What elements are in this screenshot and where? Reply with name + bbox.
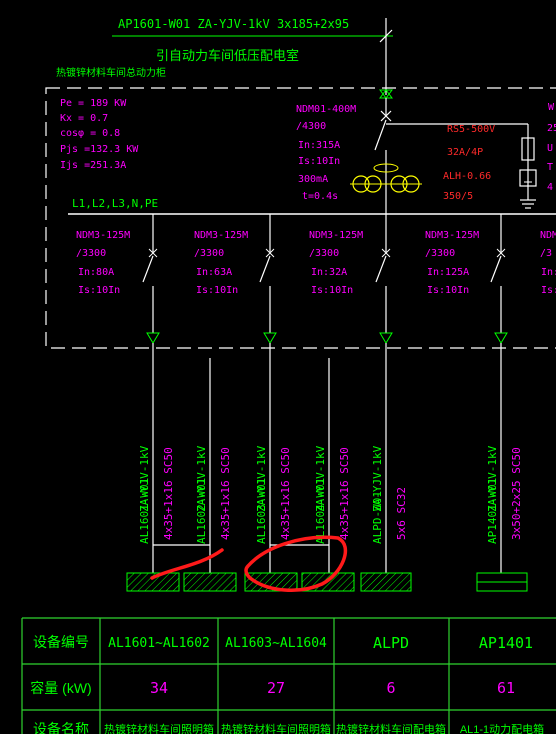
fb5-is: Is:1 bbox=[541, 285, 556, 296]
main-breaker-is: Is:10In bbox=[298, 156, 340, 167]
fb3-frame: /3300 bbox=[309, 248, 339, 259]
main-breaker-leak: 300mA bbox=[298, 174, 328, 185]
col4-id: AP1401 bbox=[479, 634, 533, 652]
col2-id: AL1603~AL1604 bbox=[225, 636, 327, 651]
col2-capacity: 27 bbox=[267, 679, 285, 697]
param-pe: Pe = 189 KW bbox=[60, 98, 127, 109]
cable4-spec: 4x35+1x16 SC50 bbox=[338, 447, 351, 540]
col1-capacity: 34 bbox=[150, 679, 168, 697]
fb2-model: NDM3-125M bbox=[194, 230, 248, 241]
row-label-capacity: 容量 (kW) bbox=[30, 680, 91, 696]
box-al1602 bbox=[183, 572, 237, 592]
fb1-model: NDM3-125M bbox=[76, 230, 130, 241]
fb3-is: Is:10In bbox=[311, 285, 353, 296]
main-breaker-frame: /4300 bbox=[296, 121, 326, 132]
col3-id: ALPD bbox=[373, 634, 409, 652]
right-partial-4: T bbox=[547, 162, 553, 173]
col3-capacity: 6 bbox=[386, 679, 395, 697]
right-partial-5: 4 bbox=[547, 182, 553, 193]
cable6-id: AP1401-W01 bbox=[486, 478, 499, 544]
main-breaker-in: In:315A bbox=[298, 140, 340, 151]
cable5-id: ALPD-W01 bbox=[371, 491, 384, 544]
cable1-spec: 4x35+1x16 SC50 bbox=[162, 447, 175, 540]
row-label-name: 设备名称 bbox=[33, 721, 89, 734]
incoming-cable-label: AP1601-W01 ZA-YJV-1kV 3x185+2x95 bbox=[118, 17, 349, 31]
ct-ratio: 350/5 bbox=[443, 191, 473, 202]
cable4-id: AL1604-W01 bbox=[314, 478, 327, 544]
cable2-id: AL1602-W01 bbox=[195, 478, 208, 544]
cable3-spec: 4x35+1x16 SC50 bbox=[279, 447, 292, 540]
fb4-model: NDM3-125M bbox=[425, 230, 479, 241]
param-cos: cosφ = 0.8 bbox=[60, 128, 120, 139]
fb2-is: Is:10In bbox=[196, 285, 238, 296]
right-partial-2: 25 bbox=[547, 123, 556, 134]
cable6-spec: 3x50+2x25 SC50 bbox=[510, 447, 523, 540]
cable1-id-lower: AL1601-W01 bbox=[138, 478, 151, 544]
right-partial-3: U bbox=[547, 143, 553, 154]
panel-name: 热镀锌材料车间总动力柜 bbox=[56, 66, 166, 79]
col4-capacity: 61 bbox=[497, 679, 515, 697]
box-alpd bbox=[360, 572, 412, 592]
row-label-id: 设备编号 bbox=[33, 634, 89, 650]
col1-name: 热镀锌材料车间照明箱 bbox=[104, 722, 214, 734]
main-breaker-model: NDM01-400M bbox=[296, 104, 356, 115]
fb1-is: Is:10In bbox=[78, 285, 120, 296]
col1-id: AL1601~AL1602 bbox=[108, 636, 210, 651]
fb4-in: In:125A bbox=[427, 267, 469, 278]
bus-label: L1,L2,L3,N,PE bbox=[72, 197, 158, 210]
fb1-frame: /3300 bbox=[76, 248, 106, 259]
main-breaker-time: t=0.4s bbox=[302, 191, 338, 202]
incoming-source-note: 引自动力车间低压配电室 bbox=[156, 48, 299, 63]
ct-model: ALH-0.66 bbox=[443, 171, 491, 182]
fb4-frame: /3300 bbox=[425, 248, 455, 259]
spd-model: RS5-500V bbox=[447, 124, 495, 135]
fb5-model: NDM bbox=[540, 230, 556, 241]
param-ijs: Ijs =251.3A bbox=[60, 160, 126, 171]
single-line-diagram: AP1601-W01 ZA-YJV-1kV 3x185+2x95 引自动力车间低… bbox=[0, 0, 556, 734]
fb2-in: In:63A bbox=[196, 267, 232, 278]
fb5-in: In:1 bbox=[541, 267, 556, 278]
right-partial-1: W bbox=[548, 102, 555, 113]
fb3-model: NDM3-125M bbox=[309, 230, 363, 241]
fb2-frame: /3300 bbox=[194, 248, 224, 259]
col4-name: AL1-1动力配电箱 bbox=[460, 722, 544, 734]
col3-name: 热镀锌材料车间配电箱 bbox=[336, 722, 446, 734]
fb5-frame: /3 bbox=[540, 248, 552, 259]
cable3-id: AL1603-W01 bbox=[255, 478, 268, 544]
fb1-in: In:80A bbox=[78, 267, 114, 278]
cable2-spec: 4x35+1x16 SC50 bbox=[219, 447, 232, 540]
param-pjs: Pjs =132.3 KW bbox=[60, 144, 139, 155]
fb3-in: In:32A bbox=[311, 267, 347, 278]
cable5-spec: 5x6 SC32 bbox=[395, 487, 408, 540]
col2-name: 热镀锌材料车间照明箱 bbox=[221, 722, 331, 734]
param-kx: Kx = 0.7 bbox=[60, 113, 108, 124]
spd-rating: 32A/4P bbox=[447, 147, 483, 158]
fb4-is: Is:10In bbox=[427, 285, 469, 296]
